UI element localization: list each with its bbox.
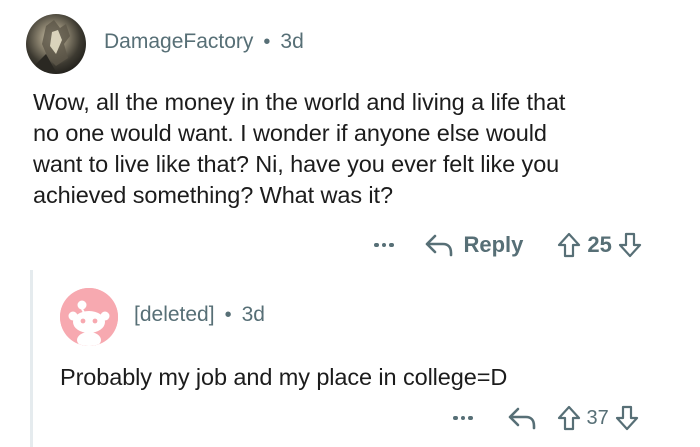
comment-line: no one would want. I wonder if anyone el… (33, 120, 547, 146)
comment-meta: [deleted] • 3d (134, 303, 265, 327)
downvote-arrow-icon[interactable] (615, 405, 639, 431)
meta-separator: • (224, 303, 232, 326)
vote-score: 37 (586, 406, 609, 429)
reply-button[interactable] (507, 406, 537, 430)
vote-controls: 25 (557, 232, 642, 258)
reply-label: Reply (463, 232, 524, 257)
comment-body: Wow, all the money in the world and livi… (33, 87, 683, 211)
more-options-icon[interactable] (453, 415, 473, 421)
vote-controls: 37 (557, 405, 639, 431)
upvote-arrow-icon[interactable] (557, 232, 581, 258)
username[interactable]: DamageFactory (104, 30, 253, 54)
reply-arrow-icon (425, 234, 452, 257)
vote-score: 25 (587, 232, 612, 257)
comment-line: Probably my job and my place in college=… (60, 364, 508, 390)
comment-line: Wow, all the money in the world and livi… (33, 89, 566, 115)
comment-meta: DamageFactory • 3d (104, 30, 304, 54)
reddit-snoo-icon (60, 288, 118, 346)
comment-age: 3d (241, 303, 265, 326)
more-options-icon[interactable] (374, 242, 394, 248)
reply-arrow-icon (508, 407, 535, 430)
meta-separator: • (263, 30, 271, 53)
comment-actions: Reply 25 (374, 228, 642, 262)
thread-line[interactable] (30, 270, 33, 447)
comment-body: Probably my job and my place in college=… (60, 362, 680, 393)
avatar[interactable] (26, 14, 86, 74)
comment-age: 3d (280, 30, 304, 53)
comment-line: want to live like that? Ni, have you eve… (33, 151, 560, 177)
comment-line: achieved something? What was it? (33, 182, 393, 208)
comment-actions: 37 (453, 402, 639, 434)
avatar-image (26, 14, 86, 74)
upvote-arrow-icon[interactable] (557, 405, 581, 431)
deleted-user-avatar (60, 288, 118, 346)
username: [deleted] (134, 303, 215, 326)
downvote-arrow-icon[interactable] (618, 232, 642, 258)
reply-button[interactable]: Reply (424, 232, 524, 258)
